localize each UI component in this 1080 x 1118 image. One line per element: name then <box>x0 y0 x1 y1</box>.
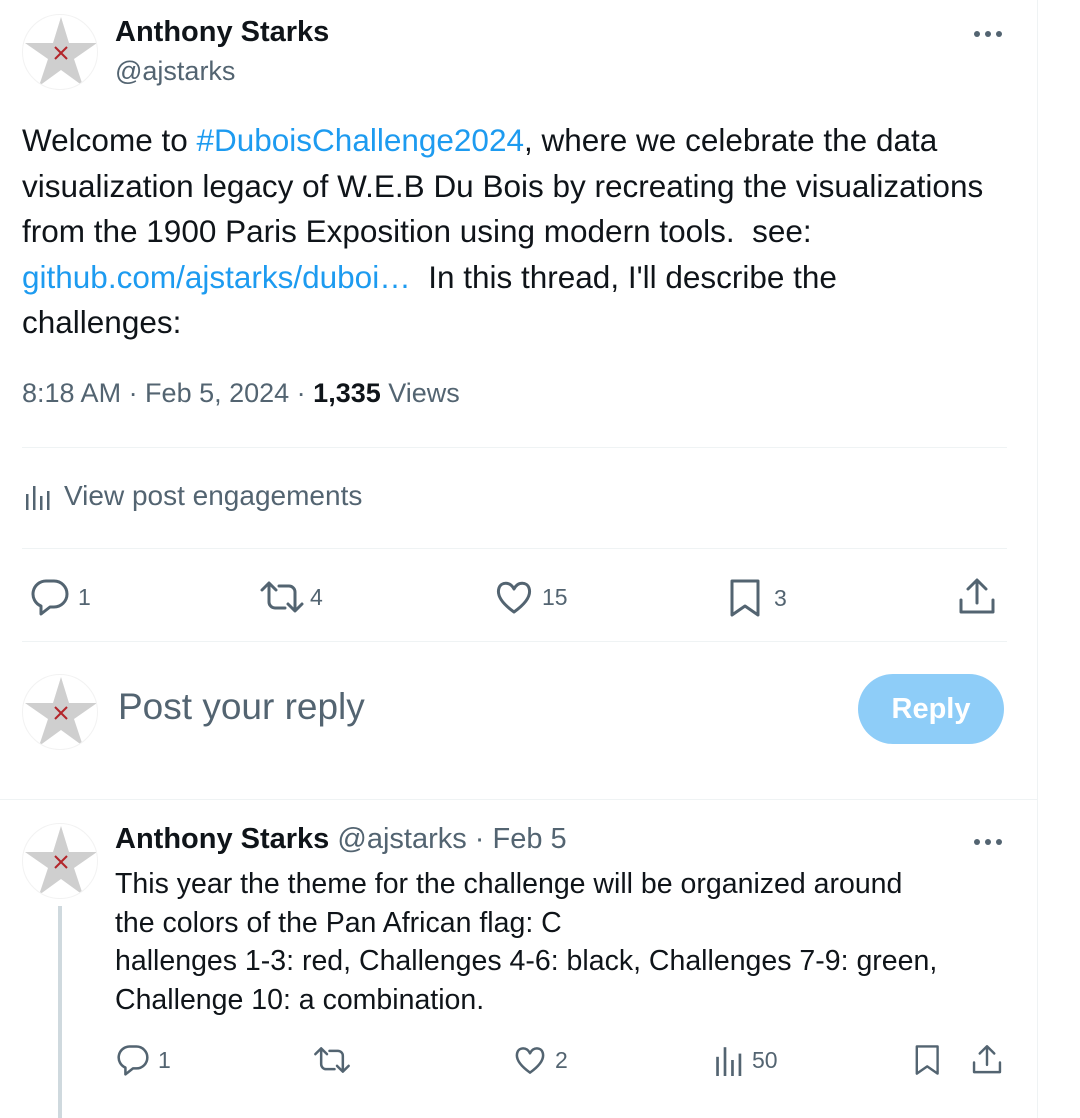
analytics-icon <box>26 486 50 510</box>
column-border <box>1037 0 1038 1118</box>
more-options-button[interactable] <box>968 22 1008 46</box>
author-name[interactable]: Anthony Starks <box>115 16 329 49</box>
thread-text-line: Challenge 10: a combination. <box>115 983 485 1016</box>
post-timestamp[interactable]: 8:18 AM · Feb 5, 2024 · <box>22 378 313 408</box>
like-action[interactable]: 15 <box>494 578 568 616</box>
more-dots-icon <box>974 839 1002 845</box>
thread-views-count: 50 <box>752 1046 778 1073</box>
star-avatar-icon <box>25 17 97 86</box>
thread-views-action[interactable]: 50 <box>714 1044 778 1076</box>
thread-reply-count: 1 <box>158 1046 171 1073</box>
thread-text-line: the colors of the Pan African flag: C <box>115 906 562 939</box>
reply-action[interactable]: 1 <box>30 578 91 616</box>
bookmark-action[interactable]: 3 <box>726 578 787 618</box>
divider <box>0 799 1037 800</box>
star-avatar-icon <box>25 677 97 746</box>
analytics-icon <box>716 1047 742 1076</box>
author-avatar[interactable] <box>22 14 98 90</box>
reply-avatar <box>22 674 98 750</box>
reply-button[interactable]: Reply <box>858 674 1004 744</box>
thread-author-avatar[interactable] <box>22 823 98 899</box>
share-icon <box>959 578 995 614</box>
post-meta: 8:18 AM · Feb 5, 2024 · 1,335 Views <box>22 378 460 409</box>
thread-handle-date[interactable]: @ajstarks · Feb 5 <box>329 823 566 855</box>
thread-text-line: hallenges 1-3: red, Challenges 4-6: blac… <box>115 945 938 977</box>
share-action[interactable] <box>956 576 998 618</box>
thread-author-name[interactable]: Anthony Starks <box>115 823 329 855</box>
repost-icon <box>314 1047 350 1073</box>
post-text-part1: Welcome to <box>22 122 197 158</box>
thread-bookmark-action[interactable] <box>912 1043 944 1077</box>
thread-share-action[interactable] <box>970 1042 1004 1078</box>
hashtag-link[interactable]: #DuboisChallenge2024 <box>196 122 524 158</box>
thread-text-line: This year the theme for the challenge wi… <box>115 868 903 900</box>
thread-post-text: This year the theme for the challenge wi… <box>115 865 1015 1019</box>
divider <box>22 548 1007 549</box>
divider <box>22 447 1007 448</box>
views-label: Views <box>380 378 460 408</box>
reply-icon <box>117 1045 149 1076</box>
thread-reply-action[interactable]: 1 <box>116 1044 171 1076</box>
thread-connector-line <box>58 906 62 1118</box>
views-count: 1,335 <box>313 378 381 408</box>
heart-icon <box>515 1047 545 1074</box>
thread-more-options-button[interactable] <box>968 830 1008 854</box>
author-handle[interactable]: @ajstarks <box>115 56 235 87</box>
star-avatar-icon <box>25 826 97 895</box>
thread-repost-action[interactable] <box>312 1044 352 1076</box>
bookmark-count: 3 <box>774 584 787 611</box>
reply-icon <box>31 579 69 616</box>
bookmark-icon <box>730 579 760 617</box>
heart-icon <box>496 581 532 614</box>
bookmark-icon <box>915 1045 939 1075</box>
thread-like-count: 2 <box>555 1046 568 1073</box>
thread-like-action[interactable]: 2 <box>513 1044 568 1076</box>
thread-post-header: Anthony Starks @ajstarks · Feb 5 <box>115 823 567 856</box>
reply-input[interactable]: Post your reply <box>118 686 365 728</box>
more-dots-icon <box>974 31 1002 37</box>
github-link[interactable]: github.com/ajstarks/duboi… <box>22 259 411 295</box>
share-icon <box>972 1045 1002 1074</box>
repost-action[interactable]: 4 <box>258 578 323 616</box>
like-count: 15 <box>542 583 568 610</box>
engagements-label: View post engagements <box>64 480 363 511</box>
divider <box>22 641 1007 642</box>
repost-icon <box>260 581 304 613</box>
post-text: Welcome to #DuboisChallenge2024, where w… <box>22 118 1002 346</box>
view-engagements-link[interactable]: View post engagements <box>24 480 362 512</box>
repost-count: 4 <box>310 583 323 610</box>
reply-count: 1 <box>78 583 91 610</box>
